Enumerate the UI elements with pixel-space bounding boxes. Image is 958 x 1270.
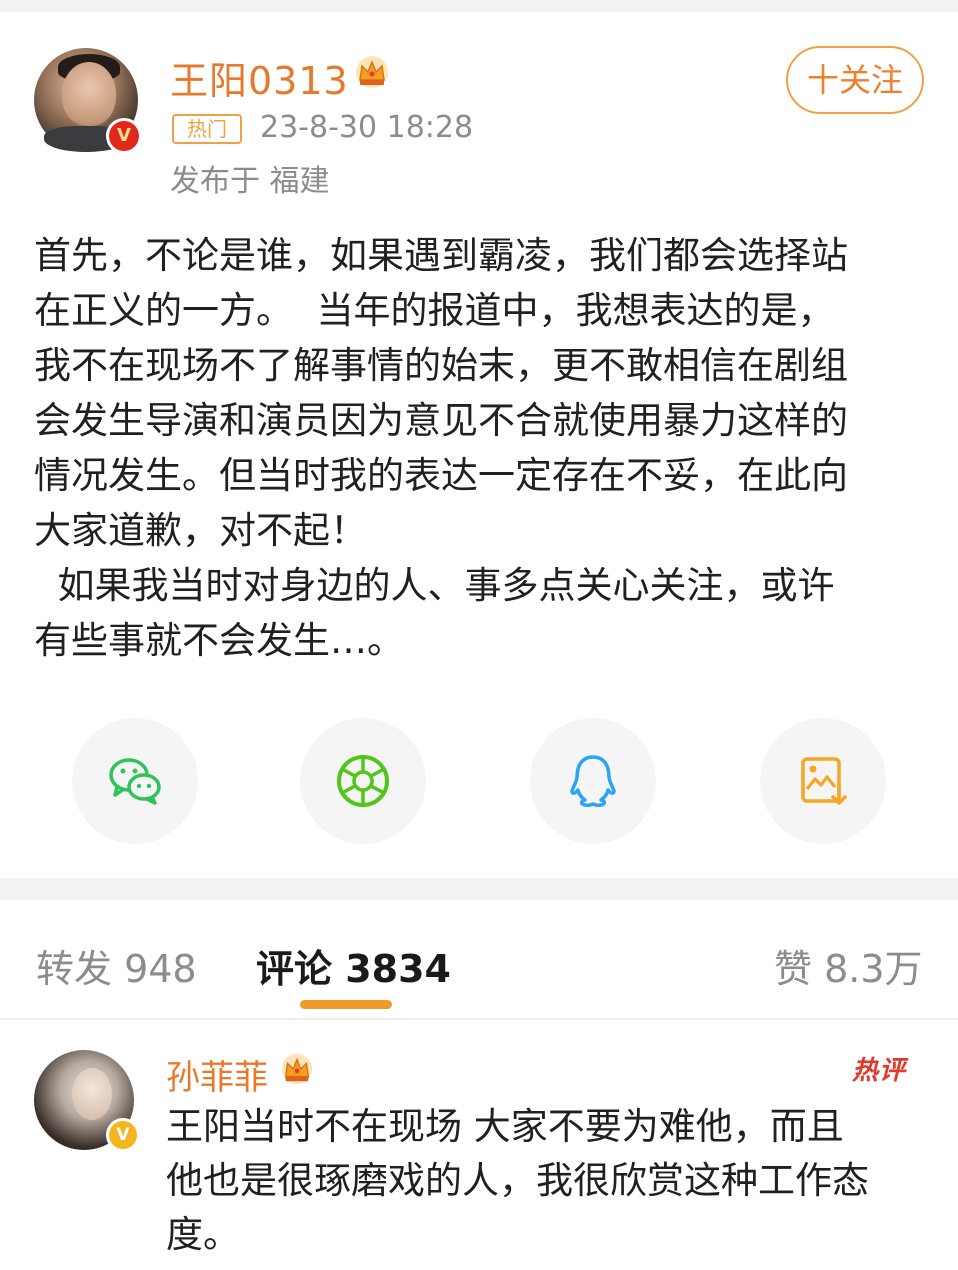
hot-tag: 热门 xyxy=(172,114,242,144)
crown-icon xyxy=(356,56,388,88)
top-separator xyxy=(0,0,958,12)
moments-icon xyxy=(337,755,389,807)
post-time: 23-8-30 18:28 xyxy=(260,110,474,145)
share-wechat-button[interactable] xyxy=(72,718,198,844)
author-avatar[interactable]: V xyxy=(34,48,142,154)
wechat-icon xyxy=(109,758,161,805)
share-moments-button[interactable] xyxy=(300,718,426,844)
hot-comment-badge: 热评 xyxy=(852,1056,907,1086)
tab-repost[interactable]: 转发 948 xyxy=(36,938,197,993)
post-content: 首先，不论是谁，如果遇到霸凌，我们都会选择站 在正义的一方。 当年的报道中，我想… xyxy=(34,234,848,662)
verified-badge-icon: V xyxy=(106,1118,140,1152)
active-tab-indicator xyxy=(300,1000,392,1009)
crown-icon xyxy=(281,1053,313,1085)
tab-comments[interactable]: 评论 3834 xyxy=(256,938,451,993)
follow-button[interactable]: 十关注 xyxy=(786,46,924,114)
save-image-button[interactable] xyxy=(760,718,886,844)
qq-icon xyxy=(570,755,616,808)
share-qq-button[interactable] xyxy=(530,718,656,844)
section-divider xyxy=(0,878,958,900)
tab-likes[interactable]: 赞 8.3万 xyxy=(774,938,923,993)
verified-badge-icon: V xyxy=(106,118,142,154)
commenter-username[interactable]: 孙菲菲 xyxy=(166,1050,268,1099)
post-location: 发布于 福建 xyxy=(170,164,330,199)
save-image-icon xyxy=(801,757,847,805)
tabs-divider xyxy=(0,1018,958,1020)
commenter-avatar[interactable]: V xyxy=(34,1050,140,1152)
comment-text: 王阳当时不在现场 大家不要为难他，而且 他也是很琢磨戏的人，我很欣赏这种工作态 … xyxy=(166,1105,869,1256)
author-username[interactable]: 王阳0313 xyxy=(170,50,349,105)
